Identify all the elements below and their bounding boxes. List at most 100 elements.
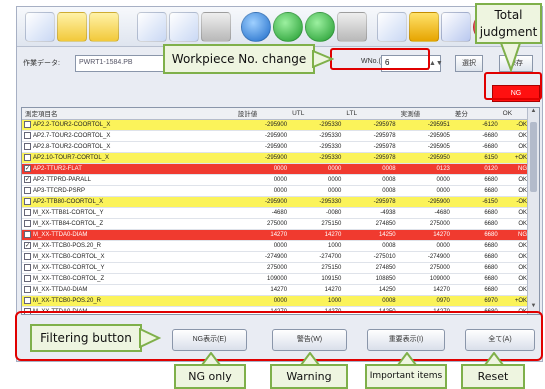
row-value-cell: -274900 [397,251,452,263]
row-value-cell: +OK [499,152,529,164]
row-value-cell: -274700 [289,251,344,263]
scroll-up-icon[interactable]: ▲ [528,108,539,119]
table-row[interactable]: AP3-TTCRD-PSRP 0000 0000 0008 0000 6680 OK [22,185,529,197]
column-header-utl[interactable]: UTL [289,108,344,120]
row-checkbox[interactable] [24,219,31,227]
row-checkbox[interactable] [24,153,31,161]
table-row[interactable]: AP2.7-TOUR2-COORTOL_X -295900 -295330 -2959… [22,130,529,142]
total-judgment-callout: Total judgment [475,3,542,44]
row-value-cell: -274900 [234,251,290,263]
row-value-cell: -295900 [234,196,290,208]
row-value-cell: 0000 [397,185,452,197]
row-checkbox[interactable] [24,131,31,139]
open-folder-icon[interactable] [57,12,87,42]
row-checkbox[interactable] [24,263,31,271]
refresh-icon[interactable] [241,12,271,42]
row-checkbox[interactable] [24,230,31,238]
row-value-cell: 0970 [397,295,452,307]
folder-icon[interactable] [89,12,119,42]
edit-icon[interactable] [441,12,471,42]
export-icon[interactable] [377,12,407,42]
row-checkbox[interactable] [24,186,31,194]
row-value-cell: 0000 [234,240,290,252]
table-row[interactable]: M_XX-TTCB0-CORTOL_Z 109000 109150 108850 109… [22,273,529,285]
row-value-cell: 0000 [397,240,452,252]
row-item-name: AP2.10-TOUR7-CORTOL_X [22,152,235,164]
settings-icon[interactable] [337,12,367,42]
table-row[interactable]: AP2.10-TOUR7-CORTOL_X -295900 -295330 -2959… [22,152,529,164]
table-row[interactable]: M_XX-TTCB0-CORTOL_X -274900 -274700 -275010… [22,251,529,263]
table-row[interactable]: AP2.2-TOUR2-COORTOL_X -295900 -295330 -2959… [22,119,529,131]
row-checkbox[interactable] [24,142,31,150]
row-checkbox[interactable]: ✓ [24,241,31,249]
row-value-cell: OK [499,262,529,274]
column-header-ltl[interactable]: LTL [343,108,398,120]
row-item-name: M_XX-TTDA0-DIAM [22,229,235,241]
row-value-cell: 275000 [397,262,452,274]
table-row[interactable]: ✓ AP2-TTUR2-FLAT 0000 0000 0008 0123 0120 NG [22,163,529,175]
ng-only-pointer [201,352,221,366]
row-value-cell: 0000 [234,185,290,197]
row-checkbox[interactable] [24,120,31,128]
print-icon[interactable] [201,12,231,42]
row-checkbox[interactable] [24,296,31,304]
scroll-thumb[interactable] [530,122,537,192]
column-header-item[interactable]: 測定項目名 [22,108,235,120]
table-row[interactable]: ✓ M_XX-TTCB0-POS.20_R 0000 1000 0008 0000 6680… [22,240,529,252]
workpiece-callout-pointer [312,50,334,68]
row-value-cell: NG [499,163,529,175]
row-value-cell: -6680 [451,130,500,142]
row-name-text: AP2.7-TOUR2-COORTOL_X [33,133,111,140]
file-path-field[interactable]: PWRT1-1584.PB [75,55,167,72]
table-row[interactable]: M_XX-TTCB0-CORTOL_Y 275000 275150 274850 275… [22,262,529,274]
row-value-cell: -295330 [289,141,344,153]
table-row[interactable]: ✓ AP2-TTPRD-PARALL 0000 0000 0008 0000 6680 OK [22,174,529,186]
row-checkbox[interactable] [24,252,31,260]
row-value-cell: 0000 [289,174,344,186]
table-row[interactable]: AP2.8-TOUR2-COORTOL_X -295900 -295330 -2959… [22,141,529,153]
row-checkbox[interactable] [24,208,31,216]
row-checkbox[interactable]: ✓ [24,175,31,183]
column-header-diff[interactable]: 差分 [451,108,500,120]
row-value-cell: OK [499,174,529,186]
save-as-icon[interactable] [169,12,199,42]
column-header-design[interactable]: 設計値 [234,108,290,120]
row-value-cell: -295900 [234,141,290,153]
total-callout-line1: Total [494,8,523,22]
row-checkbox[interactable] [24,285,31,293]
new-document-icon[interactable] [25,12,55,42]
row-value-cell: 6680 [451,218,500,230]
row-value-cell: 274850 [343,262,398,274]
row-name-text: M_XX-TTCB0-POS.20_R [33,298,102,305]
warning-icon[interactable] [409,12,439,42]
total-callout-pointer [500,42,522,72]
table-row[interactable]: M_XX-TTDA0-DIAM 14270 14270 14250 14270 6680 N… [22,229,529,241]
forward-icon[interactable] [305,12,335,42]
workpiece-number-highlight [330,48,430,70]
row-checkbox[interactable]: ✓ [24,164,31,172]
row-value-cell: 109150 [289,273,344,285]
table-row[interactable]: M_XX-TTCB0-POS.20_R 0000 1000 0008 0970 6970 +… [22,295,529,307]
row-value-cell: -295330 [289,152,344,164]
row-checkbox[interactable] [24,197,31,205]
column-header-judge[interactable]: OK [499,108,529,120]
row-value-cell: 275150 [289,218,344,230]
table-row[interactable]: M_XX-TTB84-CORTOL_Z 275000 275150 274850 275… [22,218,529,230]
select-button[interactable]: 選択 [455,55,483,72]
row-value-cell: 275000 [234,218,290,230]
table-row[interactable]: AP2-TTB80-COORTOL_X -295900 -295330 -295978… [22,196,529,208]
row-value-cell: NG [499,229,529,241]
back-icon[interactable] [273,12,303,42]
row-value-cell: -295950 [397,152,452,164]
column-header-measured[interactable]: 実測値 [397,108,452,120]
table-scrollbar[interactable]: ▲ ▼ [527,108,539,314]
table-row[interactable]: M_XX-TTB81-CORTOL_Y -4680 -0080 -4938 -4680 6… [22,207,529,219]
row-value-cell: 6680 [451,185,500,197]
row-value-cell: -4680 [234,207,290,219]
row-name-text: AP2-TTUR2-FLAT [33,166,82,173]
row-value-cell: 6680 [451,207,500,219]
row-value-cell: OK [499,273,529,285]
row-checkbox[interactable] [24,274,31,282]
table-row[interactable]: M_XX-TTDA0-DIAM 14270 14270 14250 14270 6680 O… [22,284,529,296]
save-icon[interactable] [137,12,167,42]
